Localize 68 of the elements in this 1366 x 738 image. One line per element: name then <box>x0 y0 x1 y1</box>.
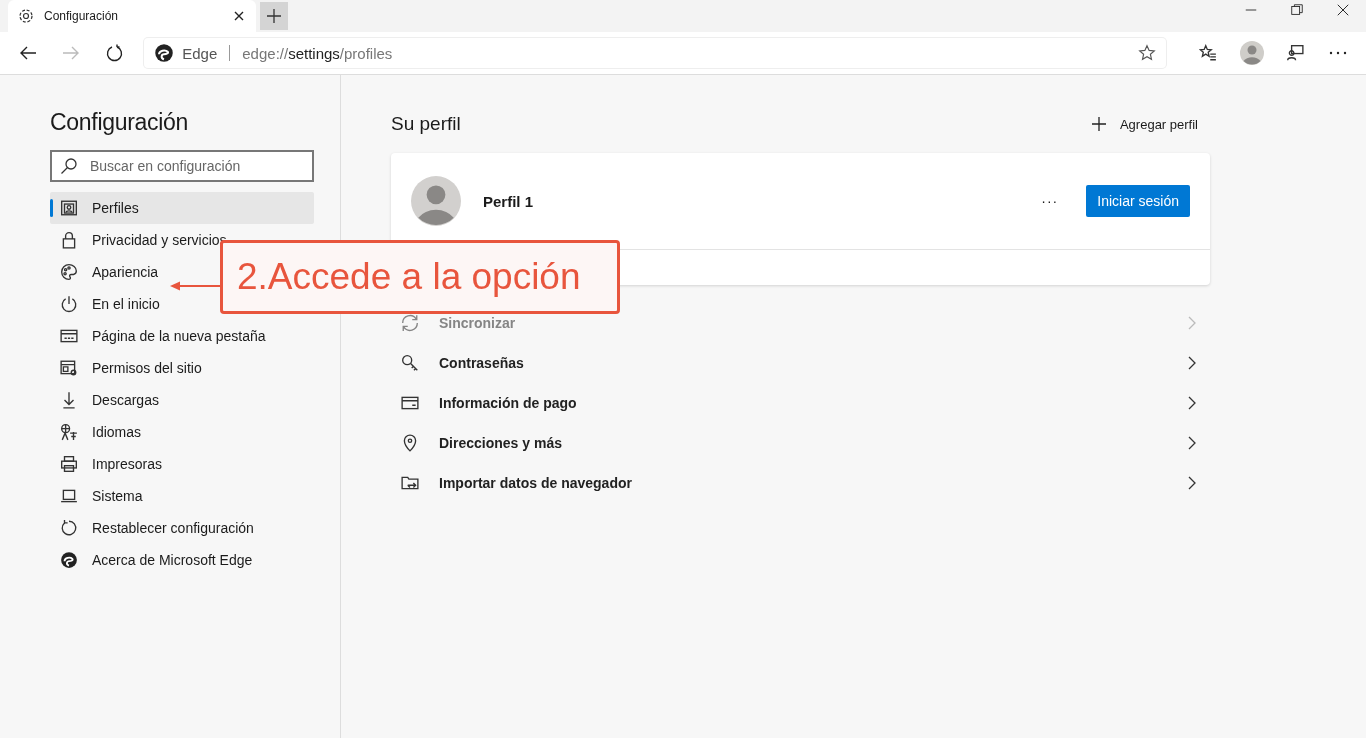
restore-icon <box>1290 3 1304 17</box>
back-arrow-icon <box>18 44 37 62</box>
sidebar-item[interactable]: Descargas <box>50 384 314 416</box>
more-options-button[interactable]: ··· <box>1041 193 1059 209</box>
settings-icon <box>18 8 34 24</box>
power-icon <box>60 295 78 313</box>
new-tab-button[interactable] <box>260 2 288 30</box>
person-speech-icon <box>1285 44 1304 62</box>
add-favorite-button[interactable] <box>1138 44 1157 62</box>
settings-row[interactable]: Contraseñas <box>391 343 1210 383</box>
settings-row[interactable]: Direcciones y más <box>391 423 1210 463</box>
star-icon <box>1138 44 1157 62</box>
avatar-icon <box>1239 41 1264 65</box>
plus-icon <box>1091 117 1106 131</box>
close-icon <box>234 11 244 21</box>
annotation-arrow <box>170 281 220 291</box>
site-permissions-icon <box>60 359 78 377</box>
sidebar-item[interactable]: Acerca de Microsoft Edge <box>50 544 314 576</box>
avatar-icon <box>411 176 461 226</box>
settings-row[interactable]: Información de pago <box>391 383 1210 423</box>
tab-title: Configuración <box>44 9 120 23</box>
close-icon <box>1336 3 1350 17</box>
location-pin-icon <box>401 434 419 452</box>
printer-icon <box>60 455 78 473</box>
edge-logo-icon <box>154 43 175 63</box>
card-icon <box>401 394 419 412</box>
star-list-icon <box>1199 44 1218 62</box>
import-folder-icon <box>401 474 419 492</box>
profile-name: Perfil 1 <box>483 192 534 210</box>
browser-brand-label: Edge <box>182 44 218 62</box>
palette-icon <box>60 263 78 281</box>
annotation-tooltip: 2.Accede a la opción <box>220 240 620 314</box>
chevron-right-icon <box>1188 356 1196 370</box>
chevron-right-icon <box>1188 316 1196 330</box>
chevron-right-icon <box>1188 436 1196 450</box>
sidebar-item[interactable]: Idiomas <box>50 416 314 448</box>
address-bar[interactable]: Edge edge://settings/profiles <box>144 38 1167 68</box>
chevron-right-icon <box>1188 476 1196 490</box>
sidebar-item[interactable]: Impresoras <box>50 448 314 480</box>
add-profile-button[interactable]: Agregar perfil <box>1091 116 1198 132</box>
more-icon <box>1329 51 1348 55</box>
language-icon <box>60 423 78 441</box>
browser-tab[interactable]: Configuración <box>8 0 256 32</box>
plus-icon <box>267 9 281 23</box>
selection-indicator <box>50 199 53 217</box>
search-field[interactable]: Buscar en configuración <box>50 150 314 182</box>
sidebar-item[interactable]: Página de la nueva pestaña <box>50 320 314 352</box>
reset-icon <box>60 519 78 537</box>
key-icon <box>401 354 419 372</box>
forward-arrow-icon <box>62 44 81 62</box>
settings-title: Configuración <box>50 109 190 136</box>
new-tab-page-icon <box>60 327 78 345</box>
settings-row[interactable]: Importar datos de navegador <box>391 463 1210 503</box>
edge-logo-icon <box>60 551 78 569</box>
sidebar-item[interactable]: Perfiles <box>50 192 314 224</box>
profile-card-icon <box>60 199 78 217</box>
section-title: Su perfil <box>391 113 461 135</box>
sidebar-item[interactable]: Permisos del sitio <box>50 352 314 384</box>
refresh-icon <box>105 44 124 62</box>
laptop-icon <box>60 487 78 505</box>
sign-in-button[interactable]: Iniciar sesión <box>1086 185 1190 217</box>
sidebar-item[interactable]: Sistema <box>50 480 314 512</box>
download-icon <box>60 391 78 409</box>
chevron-right-icon <box>1188 396 1196 410</box>
lock-icon <box>60 231 78 249</box>
url-text: edge://settings/profiles <box>242 44 393 62</box>
sidebar-item[interactable]: Restablecer configuración <box>50 512 314 544</box>
sync-icon <box>401 314 419 332</box>
